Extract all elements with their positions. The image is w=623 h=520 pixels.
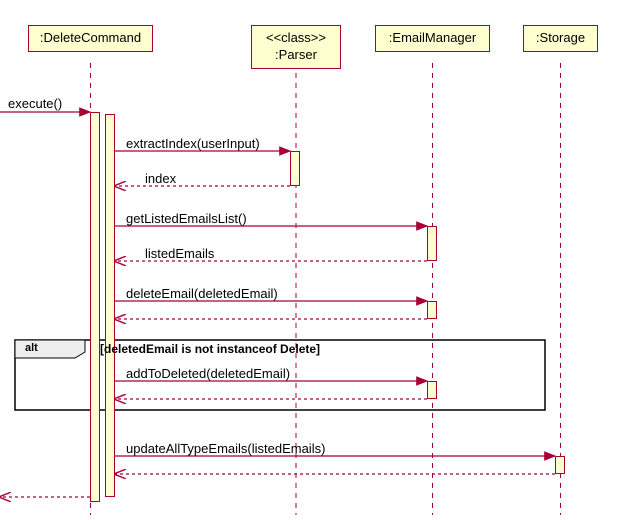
- activation-bar: [555, 456, 565, 474]
- message-label: addToDeleted(deletedEmail): [126, 366, 290, 381]
- activation-bar: [290, 151, 300, 186]
- activation-bar: [90, 112, 100, 502]
- lifeline-2: :EmailManager: [375, 25, 490, 52]
- sequence-diagram: :DeleteCommand <<class>>:Parser :EmailMana…: [0, 0, 623, 520]
- lifeline-label: :Storage: [532, 30, 589, 47]
- lifeline-0: :DeleteCommand: [28, 25, 153, 52]
- activation-bar: [427, 301, 437, 319]
- lifeline-label: :DeleteCommand: [37, 30, 144, 47]
- message-label: deleteEmail(deletedEmail): [126, 286, 278, 301]
- lifeline-label: :Parser: [260, 47, 332, 64]
- message-label: execute(): [8, 96, 62, 111]
- message-label: listedEmails: [145, 246, 214, 261]
- message-label: updateAllTypeEmails(listedEmails): [126, 441, 325, 456]
- message-label: extractIndex(userInput): [126, 136, 260, 151]
- message-label: index: [145, 171, 176, 186]
- lifeline-1: <<class>>:Parser: [251, 25, 341, 69]
- activation-bar: [427, 226, 437, 261]
- activation-bar: [105, 114, 115, 497]
- message-label: getListedEmailsList(): [126, 211, 247, 226]
- activation-bar: [427, 381, 437, 399]
- lifeline-3: :Storage: [523, 25, 598, 52]
- alt-label: alt: [25, 342, 38, 354]
- stereotype: <<class>>: [260, 30, 332, 47]
- lifeline-label: :EmailManager: [384, 30, 481, 47]
- alt-guard: [deletedEmail is not instanceof Delete]: [100, 342, 320, 356]
